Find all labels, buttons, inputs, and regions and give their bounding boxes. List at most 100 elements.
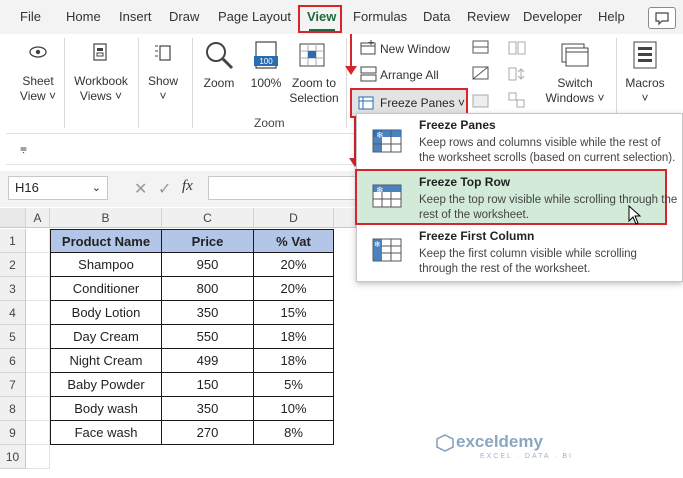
- macros-dropdown-glyph: ˅: [641, 91, 649, 105]
- table-cell[interactable]: 350: [162, 301, 254, 325]
- row-header-9[interactable]: 9: [0, 421, 26, 445]
- table-cell[interactable]: Shampoo: [50, 253, 162, 277]
- arrange-all-button[interactable]: Arrange All: [380, 68, 439, 83]
- workbook-views-button[interactable]: Workbook Views ˅: [70, 74, 132, 104]
- name-box[interactable]: H16 ⌄: [8, 176, 108, 200]
- zoom-to-selection-button[interactable]: Zoom to Selection: [288, 76, 340, 106]
- row-header-3[interactable]: 3: [0, 277, 26, 301]
- cancel-icon[interactable]: ✕: [134, 179, 147, 199]
- table-cell[interactable]: 18%: [254, 325, 334, 349]
- new-window-button[interactable]: New Window: [380, 42, 450, 57]
- empty-cell[interactable]: [26, 301, 50, 325]
- workbook-icon: [93, 43, 107, 61]
- table-cell[interactable]: 800: [162, 277, 254, 301]
- table-cell[interactable]: 20%: [254, 253, 334, 277]
- menu-help[interactable]: Help: [598, 0, 625, 34]
- empty-cell[interactable]: [26, 253, 50, 277]
- row-header-5[interactable]: 5: [0, 325, 26, 349]
- table-cell[interactable]: Day Cream: [50, 325, 162, 349]
- select-all-corner[interactable]: [0, 208, 26, 228]
- menu-data[interactable]: Data: [423, 0, 450, 34]
- sheet-view-label-2: View ˅: [19, 89, 57, 103]
- macros-button[interactable]: Macros ˅: [620, 76, 670, 106]
- table-cell[interactable]: 18%: [254, 349, 334, 373]
- menu-item-freeze-panes[interactable]: ❄ Freeze Panes Keep rows and columns vis…: [357, 114, 682, 170]
- menu-page-layout[interactable]: Page Layout: [218, 0, 291, 34]
- table-cell[interactable]: 499: [162, 349, 254, 373]
- watermark-logo: exceldemy: [456, 432, 543, 451]
- table-cell[interactable]: 350: [162, 397, 254, 421]
- table-header-cell[interactable]: Product Name: [50, 229, 162, 253]
- table-header-cell[interactable]: Price: [162, 229, 254, 253]
- empty-cell[interactable]: [26, 445, 50, 469]
- menu-item-freeze-first-column[interactable]: ❄ Freeze First Column Keep the first col…: [357, 225, 682, 281]
- row-header-2[interactable]: 2: [0, 253, 26, 277]
- freeze-first-column-title: Freeze First Column: [419, 229, 535, 243]
- table-header-cell[interactable]: % Vat: [254, 229, 334, 253]
- table-cell[interactable]: 950: [162, 253, 254, 277]
- empty-cell[interactable]: [26, 325, 50, 349]
- menu-insert[interactable]: Insert: [119, 0, 152, 34]
- table-cell[interactable]: 150: [162, 373, 254, 397]
- column-header-d[interactable]: D: [254, 208, 334, 228]
- sheet-view-label: Sheet: [22, 74, 54, 88]
- column-header-b[interactable]: B: [50, 208, 162, 228]
- row-header-8[interactable]: 8: [0, 397, 26, 421]
- row-header-1[interactable]: 1: [0, 229, 26, 253]
- table-cell[interactable]: Body wash: [50, 397, 162, 421]
- table-cell[interactable]: 550: [162, 325, 254, 349]
- table-cell[interactable]: 8%: [254, 421, 334, 445]
- table-cell[interactable]: 15%: [254, 301, 334, 325]
- empty-cell[interactable]: [26, 349, 50, 373]
- table-cell[interactable]: 20%: [254, 277, 334, 301]
- zoom-100-button[interactable]: 100%: [246, 76, 286, 91]
- macros-label: Macros: [625, 76, 665, 90]
- insert-function-icon[interactable]: fx: [182, 178, 193, 195]
- row-header-7[interactable]: 7: [0, 373, 26, 397]
- switch-windows-button[interactable]: Switch Windows ˅: [540, 76, 610, 106]
- switch-windows-label: Switch: [557, 76, 593, 90]
- macros-icon: [633, 41, 657, 69]
- freeze-panes-title: Freeze Panes: [419, 118, 496, 132]
- empty-cell[interactable]: [26, 373, 50, 397]
- menu-home[interactable]: Home: [66, 0, 101, 34]
- unhide-icon: [472, 94, 489, 108]
- menu-item-freeze-top-row[interactable]: ❄ Freeze Top Row Keep the top row visibl…: [355, 169, 677, 225]
- table-cell[interactable]: Body Lotion: [50, 301, 162, 325]
- zoom-button[interactable]: Zoom: [200, 76, 238, 91]
- empty-cell[interactable]: [26, 421, 50, 445]
- column-header-e[interactable]: [334, 208, 356, 228]
- table-cell[interactable]: 10%: [254, 397, 334, 421]
- empty-cell[interactable]: [26, 277, 50, 301]
- table-cell[interactable]: Conditioner: [50, 277, 162, 301]
- table-cell[interactable]: Night Cream: [50, 349, 162, 373]
- menu-file[interactable]: File: [20, 0, 41, 34]
- row-header-10[interactable]: 10: [0, 445, 26, 469]
- column-header-c[interactable]: C: [162, 208, 254, 228]
- row-header-6[interactable]: 6: [0, 349, 26, 373]
- empty-cell[interactable]: [26, 229, 50, 253]
- quick-access-expand-icon[interactable]: ⩦: [20, 141, 27, 156]
- group-separator: [64, 38, 65, 128]
- arrow-1-head: [345, 66, 357, 75]
- sheet-view-button[interactable]: Sheet View ˅: [16, 74, 60, 104]
- freeze-first-column-desc: Keep the first column visible while scro…: [419, 248, 637, 275]
- empty-cell[interactable]: [26, 397, 50, 421]
- column-header-a[interactable]: A: [26, 208, 50, 228]
- show-button[interactable]: Show ˅: [144, 74, 182, 104]
- row-header-4[interactable]: 4: [0, 301, 26, 325]
- menu-review[interactable]: Review: [467, 0, 510, 34]
- menu-formulas[interactable]: Formulas: [353, 0, 407, 34]
- exceldemy-logo-icon: [436, 434, 454, 452]
- comments-button[interactable]: [648, 7, 676, 29]
- table-cell[interactable]: 270: [162, 421, 254, 445]
- zoom-to-selection-label: Zoom to: [291, 76, 336, 90]
- menu-developer[interactable]: Developer: [523, 0, 582, 34]
- enter-icon[interactable]: ✓: [158, 179, 171, 199]
- split-icon: [472, 40, 489, 54]
- menu-draw[interactable]: Draw: [169, 0, 199, 34]
- table-cell[interactable]: 5%: [254, 373, 334, 397]
- table-cell[interactable]: Face wash: [50, 421, 162, 445]
- synchronous-scrolling-icon: [508, 67, 525, 81]
- table-cell[interactable]: Baby Powder: [50, 373, 162, 397]
